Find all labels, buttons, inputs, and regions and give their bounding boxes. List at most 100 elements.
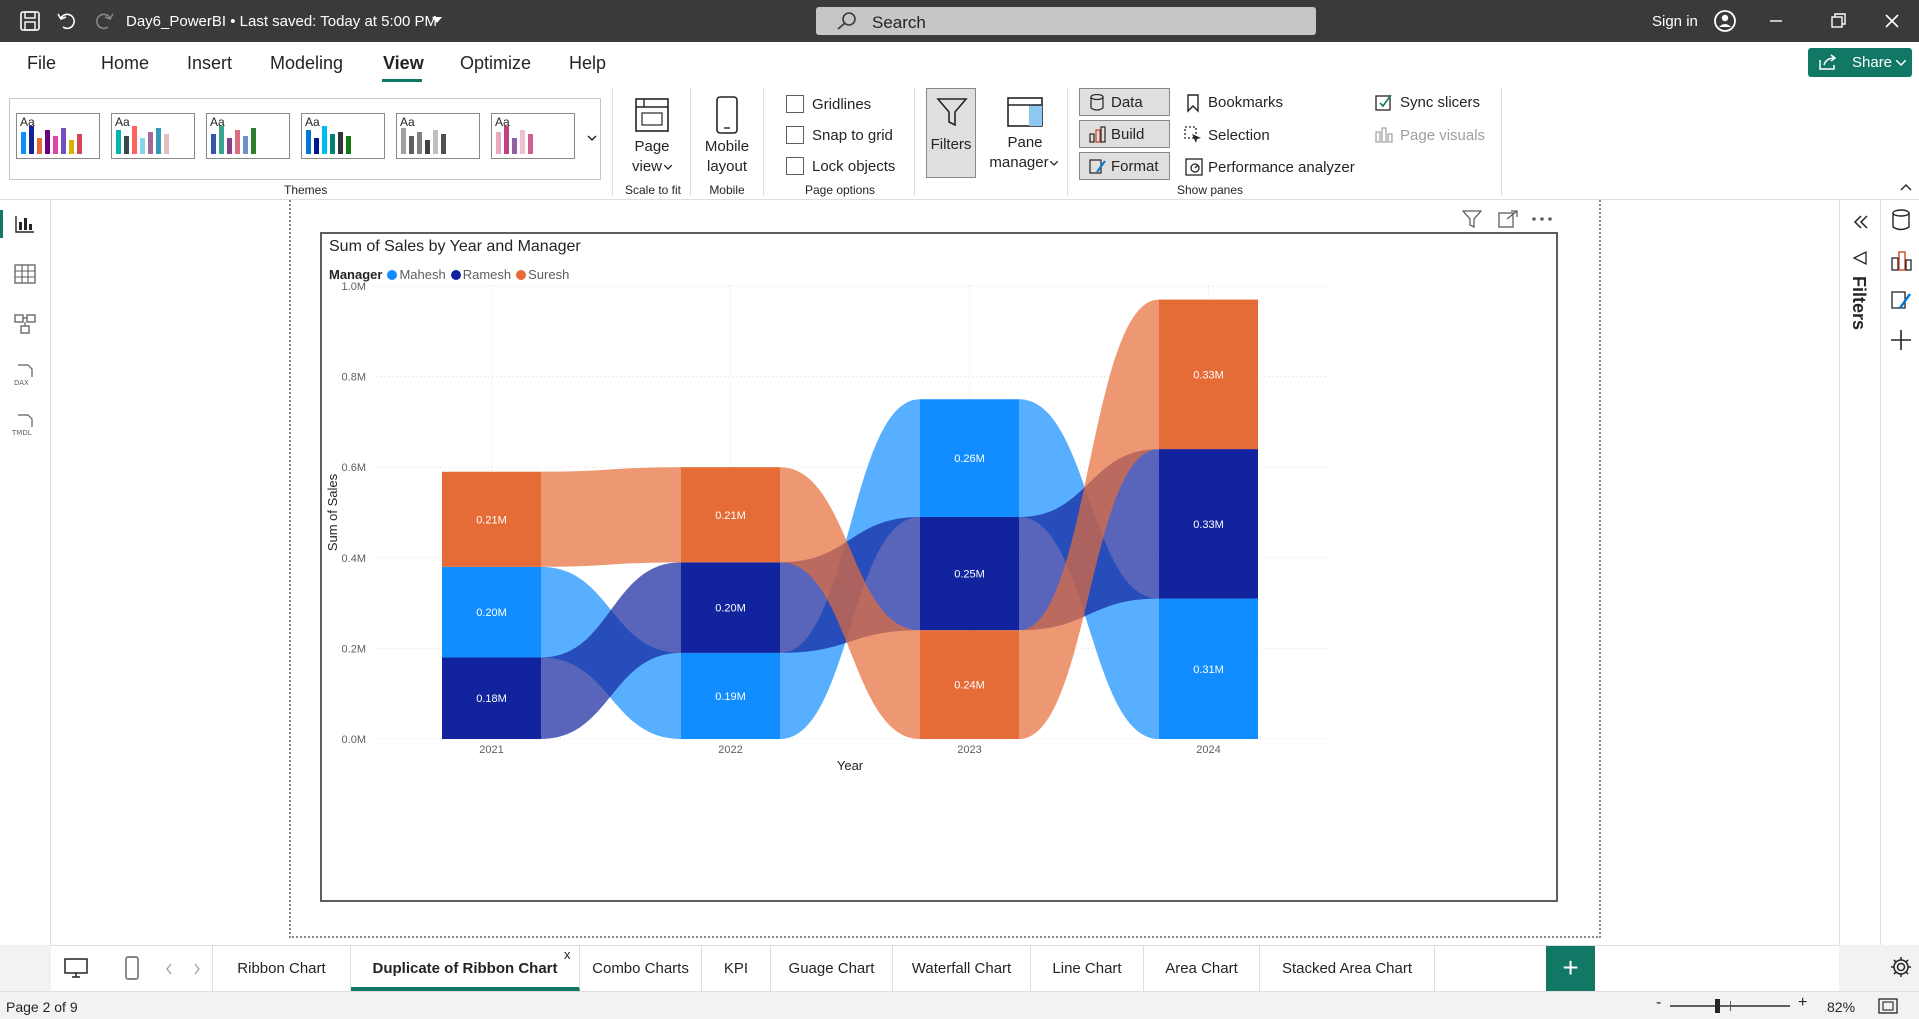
- focus-mode-icon[interactable]: [1498, 210, 1518, 228]
- desktop-layout-icon[interactable]: [63, 957, 89, 979]
- account-icon[interactable]: [1713, 9, 1737, 33]
- table-view-icon[interactable]: [14, 264, 36, 284]
- theme-swatch[interactable]: Aa: [111, 113, 195, 159]
- chevron-left-icon[interactable]: [165, 963, 173, 975]
- menu-file[interactable]: File: [27, 53, 56, 74]
- filter-icon[interactable]: [1462, 210, 1482, 228]
- theme-swatch[interactable]: Aa: [16, 113, 100, 159]
- fit-to-page-icon[interactable]: [1878, 998, 1898, 1014]
- save-icon[interactable]: [18, 9, 42, 33]
- data-pane-icon[interactable]: [1891, 208, 1911, 232]
- snap-to-grid-checkbox[interactable]: [786, 126, 804, 144]
- chevron-down-icon[interactable]: [432, 17, 442, 25]
- mobile-layout-label-2[interactable]: layout: [697, 157, 757, 177]
- bookmarks-label[interactable]: Bookmarks: [1208, 94, 1283, 111]
- tab-area-chart[interactable]: Area Chart: [1144, 946, 1260, 991]
- page-indicator: Page 2 of 9: [6, 999, 78, 1015]
- close-icon[interactable]: [1880, 9, 1904, 33]
- chevron-right-icon[interactable]: [193, 963, 201, 975]
- dax-query-view-icon[interactable]: DAX: [12, 363, 38, 387]
- tab-kpi[interactable]: KPI: [702, 946, 771, 991]
- format-label: Format: [1111, 158, 1159, 175]
- pane-manager-icon[interactable]: [1005, 95, 1045, 129]
- close-tab-icon[interactable]: x: [564, 948, 571, 962]
- pane-manager-label-2[interactable]: manager: [984, 153, 1054, 173]
- lock-objects-label[interactable]: Lock objects: [812, 158, 895, 175]
- build-pane-button[interactable]: Build: [1079, 120, 1170, 148]
- undo-icon[interactable]: [55, 9, 79, 33]
- settings-gear-icon[interactable]: [1889, 955, 1913, 979]
- data-label: 0.33M: [1193, 519, 1224, 531]
- mobile-layout-label[interactable]: Mobile: [697, 137, 757, 157]
- filter-icon: [936, 98, 968, 127]
- gridlines-label[interactable]: Gridlines: [812, 96, 871, 113]
- minimize-icon[interactable]: [1764, 9, 1788, 33]
- ribbon-chart-visual[interactable]: Sum of Sales by Year and Manager Manager…: [320, 232, 1558, 902]
- chevron-down-icon[interactable]: [587, 135, 597, 143]
- filters-pane-button[interactable]: Filters: [926, 88, 976, 178]
- collapse-ribbon-icon[interactable]: [1900, 183, 1912, 191]
- theme-swatch[interactable]: Aa: [491, 113, 575, 159]
- tab-duplicate-of-ribbon-chart[interactable]: Duplicate of Ribbon Chart: [351, 946, 580, 991]
- page-view-label-2[interactable]: view: [627, 157, 667, 177]
- sync-slicers-label[interactable]: Sync slicers: [1400, 94, 1480, 111]
- share-button[interactable]: Share: [1808, 48, 1912, 77]
- tab-guage-chart[interactable]: Guage Chart: [771, 946, 893, 991]
- model-view-icon[interactable]: [14, 313, 36, 335]
- tmdl-view-icon[interactable]: TMDL: [10, 413, 40, 437]
- menu-modeling[interactable]: Modeling: [270, 53, 343, 74]
- menu-insert[interactable]: Insert: [187, 53, 232, 74]
- theme-swatch[interactable]: Aa: [301, 113, 385, 159]
- page-view-label[interactable]: Page: [632, 137, 672, 157]
- restore-icon[interactable]: [1826, 9, 1850, 33]
- expand-pane-icon[interactable]: [1852, 214, 1870, 230]
- menu-view[interactable]: View: [383, 53, 424, 74]
- performance-analyzer-label[interactable]: Performance analyzer: [1208, 159, 1355, 176]
- search-input[interactable]: Search: [816, 7, 1316, 35]
- tab-line-chart[interactable]: Line Chart: [1031, 946, 1144, 991]
- tab-ribbon-chart[interactable]: Ribbon Chart: [212, 946, 351, 991]
- selection-icon[interactable]: [1183, 125, 1203, 145]
- tab-waterfall-chart[interactable]: Waterfall Chart: [893, 946, 1031, 991]
- format-pane-button[interactable]: Format: [1079, 152, 1170, 180]
- page-view-icon[interactable]: [632, 95, 672, 135]
- status-bar: Page 2 of 9 - + 82%: [0, 991, 1919, 1019]
- bookmark-icon[interactable]: [1185, 93, 1201, 113]
- group-label-show-panes: Show panes: [1176, 183, 1244, 197]
- gridlines-checkbox[interactable]: [786, 95, 804, 113]
- mobile-layout-toggle-icon[interactable]: [124, 955, 140, 981]
- add-pane-icon[interactable]: [1890, 328, 1912, 352]
- build-pane-icon[interactable]: [1890, 248, 1912, 272]
- tab-stacked-area-chart[interactable]: Stacked Area Chart: [1260, 946, 1435, 991]
- menu-help[interactable]: Help: [569, 53, 606, 74]
- more-options-icon[interactable]: [1531, 216, 1553, 222]
- document-title[interactable]: Day6_PowerBI • Last saved: Today at 5:00…: [126, 13, 437, 30]
- zoom-level[interactable]: 82%: [1827, 999, 1855, 1015]
- performance-analyzer-icon[interactable]: [1184, 157, 1204, 177]
- chevron-down-icon[interactable]: [664, 165, 672, 171]
- add-page-button[interactable]: +: [1546, 946, 1595, 991]
- database-icon: [1090, 94, 1104, 111]
- sign-in-link[interactable]: Sign in: [1652, 13, 1698, 30]
- chevron-down-icon[interactable]: [1050, 161, 1058, 167]
- menu-optimize[interactable]: Optimize: [460, 53, 531, 74]
- redo-icon[interactable]: [92, 9, 116, 33]
- pane-manager-label[interactable]: Pane: [990, 133, 1060, 153]
- theme-swatch[interactable]: Aa: [396, 113, 480, 159]
- sync-slicers-icon[interactable]: [1374, 92, 1394, 112]
- zoom-out-icon[interactable]: -: [1656, 994, 1661, 1012]
- menu-bar: File Home Insert Modeling View Optimize …: [0, 42, 1919, 84]
- data-pane-button[interactable]: Data: [1079, 88, 1170, 116]
- selection-label[interactable]: Selection: [1208, 127, 1270, 144]
- zoom-slider-thumb[interactable]: [1715, 999, 1720, 1013]
- report-view-icon[interactable]: [14, 214, 36, 234]
- format-pane-icon[interactable]: [1890, 288, 1912, 312]
- theme-swatch[interactable]: Aa: [206, 113, 290, 159]
- filters-pane-label[interactable]: Filters: [1848, 276, 1869, 330]
- menu-home[interactable]: Home: [101, 53, 149, 74]
- mobile-layout-icon[interactable]: [712, 95, 742, 135]
- zoom-in-icon[interactable]: +: [1798, 994, 1807, 1012]
- snap-to-grid-label[interactable]: Snap to grid: [812, 127, 893, 144]
- lock-objects-checkbox[interactable]: [786, 157, 804, 175]
- tab-combo-charts[interactable]: Combo Charts: [580, 946, 702, 991]
